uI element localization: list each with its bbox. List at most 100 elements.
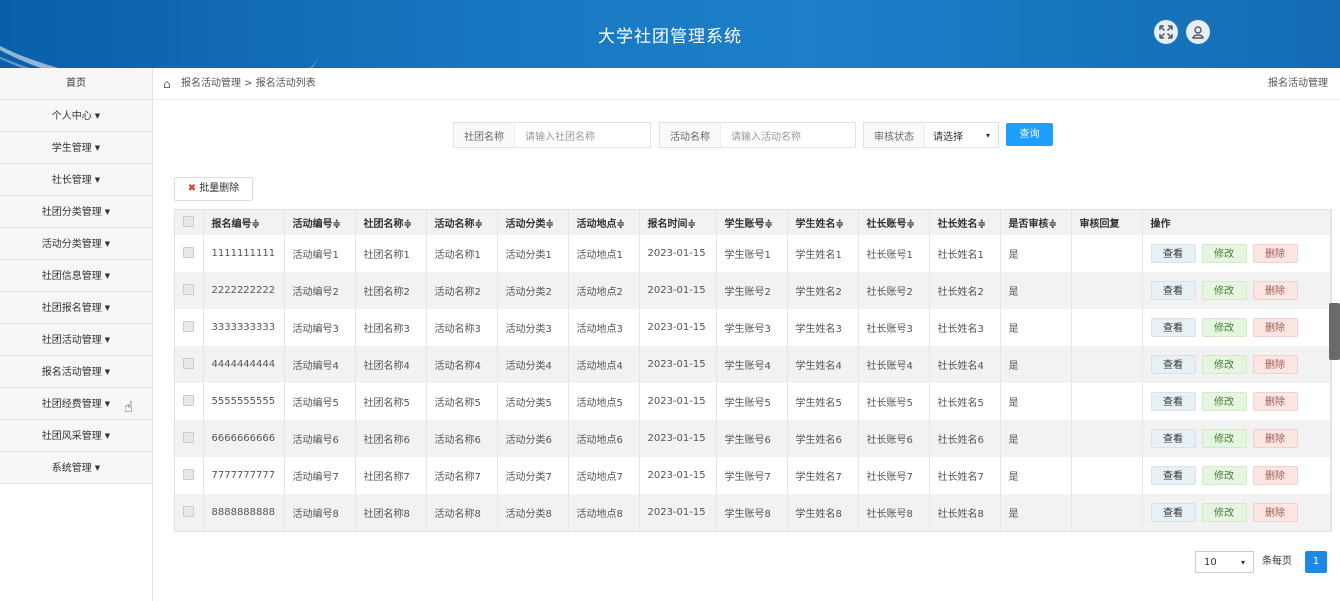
batch-delete-button[interactable]: ✖ 批量删除 xyxy=(174,177,253,201)
sidebar-item[interactable]: 社长管理 ▼ xyxy=(0,164,152,196)
column-header[interactable]: 是否审核≑ xyxy=(1000,210,1072,235)
sidebar-item-label: 社团报名管理 xyxy=(41,303,102,314)
table-cell xyxy=(1071,420,1143,457)
table-cell: 社团名称2 xyxy=(355,272,427,309)
view-button[interactable]: 查看 xyxy=(1150,503,1196,522)
table-cell: 学生账号8 xyxy=(716,494,788,531)
delete-button[interactable]: 删除 xyxy=(1252,318,1298,337)
status-select[interactable]: 请选择 ▾ xyxy=(925,128,998,143)
column-header[interactable]: 审核回复 xyxy=(1071,210,1143,235)
sidebar-item[interactable]: 社团信息管理 ▼ xyxy=(0,260,152,292)
user-icon[interactable] xyxy=(1186,20,1210,44)
sidebar-item[interactable]: 活动分类管理 ▼ xyxy=(0,228,152,260)
actions-cell: 查看 修改 删除 xyxy=(1142,383,1331,420)
actions-cell: 查看 修改 删除 xyxy=(1142,272,1331,309)
view-button[interactable]: 查看 xyxy=(1150,466,1196,485)
edit-button[interactable]: 修改 xyxy=(1201,318,1247,337)
column-header[interactable]: 活动地点≑ xyxy=(568,210,640,235)
scrollbar-thumb[interactable] xyxy=(1329,303,1340,360)
edit-button[interactable]: 修改 xyxy=(1201,244,1247,263)
sidebar-item[interactable]: 学生管理 ▼ xyxy=(0,132,152,164)
row-checkbox[interactable] xyxy=(183,283,194,295)
edit-button[interactable]: 修改 xyxy=(1201,466,1247,485)
column-header[interactable]: 社长账号≑ xyxy=(858,210,930,235)
table-cell: 活动编号4 xyxy=(284,346,356,383)
row-checkbox[interactable] xyxy=(183,357,194,369)
table-cell: 8888888888 xyxy=(203,494,285,531)
row-checkbox[interactable] xyxy=(183,320,194,332)
sidebar-item[interactable]: 社团活动管理 ▼ xyxy=(0,324,152,356)
table-cell: 社团名称1 xyxy=(355,235,427,272)
column-header[interactable]: 社长姓名≑ xyxy=(929,210,1001,235)
table-cell: 社团名称3 xyxy=(355,309,427,346)
table-row: 6666666666 活动编号6 社团名称6 活动名称6 活动分类6 活动地点6 2023-… xyxy=(175,420,1331,457)
row-checkbox[interactable] xyxy=(183,505,194,517)
sidebar-item[interactable]: 系统管理 ▼ xyxy=(0,452,152,484)
per-page-label: 条每页 xyxy=(1262,556,1292,567)
delete-button[interactable]: 删除 xyxy=(1252,244,1298,263)
row-checkbox[interactable] xyxy=(183,394,194,406)
table-cell: 5555555555 xyxy=(203,383,285,420)
table-row: 7777777777 活动编号7 社团名称7 活动名称7 活动分类7 活动地点7 2023-… xyxy=(175,457,1331,494)
select-all-checkbox[interactable] xyxy=(183,215,194,227)
club-name-input[interactable]: 请输入社团名称 xyxy=(515,128,650,143)
table-cell xyxy=(1071,272,1143,309)
column-header[interactable]: 社团名称≑ xyxy=(355,210,427,235)
sidebar-item[interactable]: 社团分类管理 ▼ xyxy=(0,196,152,228)
sidebar-item[interactable]: 个人中心 ▼ xyxy=(0,100,152,132)
table-cell: 是 xyxy=(1000,420,1072,457)
table-cell: 社长账号7 xyxy=(858,457,930,494)
view-button[interactable]: 查看 xyxy=(1150,355,1196,374)
table-cell: 活动编号3 xyxy=(284,309,356,346)
column-header[interactable]: 活动分类≑ xyxy=(497,210,569,235)
delete-button[interactable]: 删除 xyxy=(1252,503,1298,522)
row-checkbox-cell xyxy=(175,383,204,420)
view-button[interactable]: 查看 xyxy=(1150,392,1196,411)
column-header[interactable]: 操作 xyxy=(1142,210,1331,235)
sidebar-item[interactable]: 社团报名管理 ▼ xyxy=(0,292,152,324)
delete-button[interactable]: 删除 xyxy=(1252,466,1298,485)
delete-button[interactable]: 删除 xyxy=(1252,392,1298,411)
sidebar-item[interactable]: 首页 xyxy=(0,68,152,100)
table-cell: 活动名称1 xyxy=(426,235,498,272)
view-button[interactable]: 查看 xyxy=(1150,318,1196,337)
home-icon[interactable]: ⌂ xyxy=(163,68,171,100)
table-cell: 社团名称8 xyxy=(355,494,427,531)
data-table: 报名编号≑ 活动编号≑ 社团名称≑ 活动名称≑ 活动分类≑ 活动地点≑ 报名时间≑ 学生账号≑… xyxy=(174,209,1332,532)
column-header[interactable]: 报名时间≑ xyxy=(639,210,717,235)
delete-button[interactable]: 删除 xyxy=(1252,355,1298,374)
page-size-select[interactable]: 10 ▾ xyxy=(1195,551,1254,573)
row-checkbox[interactable] xyxy=(183,468,194,480)
table-cell: 社长账号8 xyxy=(858,494,930,531)
edit-button[interactable]: 修改 xyxy=(1201,281,1247,300)
query-button[interactable]: 查询 xyxy=(1006,123,1053,146)
column-header[interactable]: 学生账号≑ xyxy=(716,210,788,235)
view-button[interactable]: 查看 xyxy=(1150,281,1196,300)
sidebar-item[interactable]: 社团风采管理 ▼ xyxy=(0,420,152,452)
sidebar-item[interactable]: 报名活动管理 ▼ xyxy=(0,356,152,388)
edit-button[interactable]: 修改 xyxy=(1201,392,1247,411)
table-cell: 是 xyxy=(1000,494,1072,531)
activity-name-input[interactable]: 请输入活动名称 xyxy=(721,128,855,143)
table-cell: 是 xyxy=(1000,272,1072,309)
expand-icon[interactable] xyxy=(1154,20,1178,44)
column-header[interactable]: 活动名称≑ xyxy=(426,210,498,235)
view-button[interactable]: 查看 xyxy=(1150,244,1196,263)
page-number-button[interactable]: 1 xyxy=(1305,551,1327,573)
table-cell: 学生姓名4 xyxy=(787,346,859,383)
row-checkbox[interactable] xyxy=(183,431,194,443)
edit-button[interactable]: 修改 xyxy=(1201,355,1247,374)
delete-button[interactable]: 删除 xyxy=(1252,281,1298,300)
table-cell: 活动编号7 xyxy=(284,457,356,494)
view-button[interactable]: 查看 xyxy=(1150,429,1196,448)
row-checkbox[interactable] xyxy=(183,246,194,258)
table-cell: 社长姓名1 xyxy=(929,235,1001,272)
column-header[interactable]: 学生姓名≑ xyxy=(787,210,859,235)
edit-button[interactable]: 修改 xyxy=(1201,503,1247,522)
caret-down-icon: ▼ xyxy=(94,112,101,120)
edit-button[interactable]: 修改 xyxy=(1201,429,1247,448)
delete-button[interactable]: 删除 xyxy=(1252,429,1298,448)
column-header[interactable]: 报名编号≑ xyxy=(203,210,285,235)
sidebar-item-label: 首页 xyxy=(66,78,86,89)
column-header[interactable]: 活动编号≑ xyxy=(284,210,356,235)
